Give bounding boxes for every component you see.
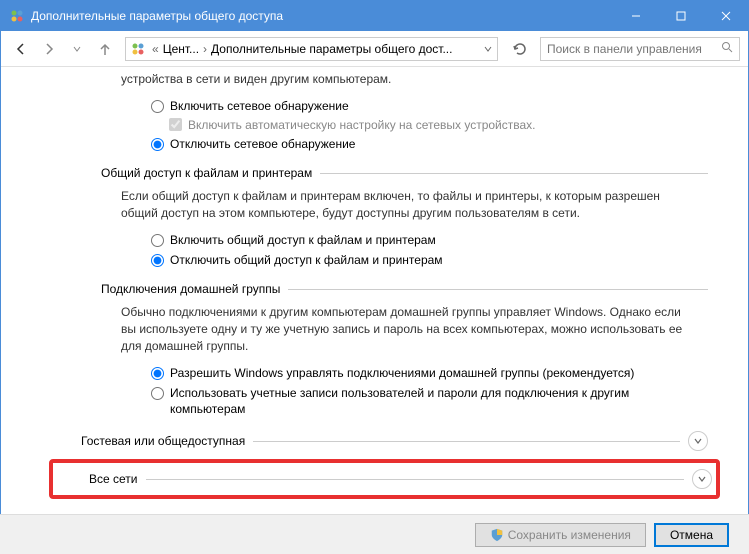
content-area: устройства в сети и виден другим компьют… xyxy=(1,67,748,513)
file-printer-off-label: Отключить общий доступ к файлам и принте… xyxy=(170,252,443,268)
up-button[interactable] xyxy=(93,37,117,61)
file-printer-desc: Если общий доступ к файлам и принтерам в… xyxy=(121,188,688,222)
file-printer-group: Включить общий доступ к файлам и принтер… xyxy=(151,232,708,268)
close-button[interactable] xyxy=(703,1,748,31)
shield-icon xyxy=(490,528,504,542)
file-printer-title: Общий доступ к файлам и принтерам xyxy=(101,166,312,180)
window-buttons xyxy=(613,1,748,31)
network-discovery-on-radio[interactable] xyxy=(151,100,164,113)
expand-all-networks-button[interactable] xyxy=(692,469,712,489)
homegroup-section-header: Подключения домашней группы xyxy=(101,282,708,296)
network-discovery-off-radio[interactable] xyxy=(151,138,164,151)
homegroup-accounts-label: Использовать учетные записи пользователе… xyxy=(170,385,650,417)
divider xyxy=(253,441,680,442)
history-dropdown[interactable] xyxy=(65,37,89,61)
control-panel-icon xyxy=(130,41,146,57)
breadcrumb-sep: « xyxy=(152,42,159,56)
file-printer-on-radio[interactable] xyxy=(151,234,164,247)
guest-profile-row[interactable]: Гостевая или общедоступная xyxy=(81,431,708,451)
cancel-button[interactable]: Отмена xyxy=(654,523,729,547)
window-title: Дополнительные параметры общего доступа xyxy=(31,9,613,23)
network-discovery-on-label: Включить сетевое обнаружение xyxy=(170,98,349,114)
homegroup-windows-radio[interactable] xyxy=(151,367,164,380)
file-printer-off-radio[interactable] xyxy=(151,254,164,267)
search-box[interactable] xyxy=(540,37,740,61)
search-icon[interactable] xyxy=(721,41,733,56)
auto-setup-checkbox xyxy=(169,118,182,131)
network-discovery-group: Включить сетевое обнаружение Включить ав… xyxy=(151,98,708,152)
save-button[interactable]: Сохранить изменения xyxy=(475,523,646,547)
breadcrumb-item-2[interactable]: Дополнительные параметры общего дост... xyxy=(209,42,454,56)
search-input[interactable] xyxy=(547,42,721,56)
all-networks-profile-row[interactable]: Все сети xyxy=(89,469,712,489)
cancel-label: Отмена xyxy=(670,528,713,542)
maximize-button[interactable] xyxy=(658,1,703,31)
nav-bar: « Цент... › Дополнительные параметры общ… xyxy=(1,31,748,67)
expand-guest-button[interactable] xyxy=(688,431,708,451)
network-discovery-off-label: Отключить сетевое обнаружение xyxy=(170,136,355,152)
guest-profile-label: Гостевая или общедоступная xyxy=(81,434,245,448)
minimize-button[interactable] xyxy=(613,1,658,31)
title-bar: Дополнительные параметры общего доступа xyxy=(1,1,748,31)
auto-setup-label: Включить автоматическую настройку на сет… xyxy=(188,118,536,132)
breadcrumb-sep: › xyxy=(203,42,207,56)
button-bar: Сохранить изменения Отмена xyxy=(0,514,749,554)
save-label: Сохранить изменения xyxy=(508,528,631,542)
homegroup-windows-label: Разрешить Windows управлять подключениям… xyxy=(170,365,634,381)
app-icon xyxy=(9,8,25,24)
back-button[interactable] xyxy=(9,37,33,61)
file-printer-on-label: Включить общий доступ к файлам и принтер… xyxy=(170,232,436,248)
forward-button[interactable] xyxy=(37,37,61,61)
homegroup-desc: Обычно подключениями к другим компьютера… xyxy=(121,304,688,354)
homegroup-title: Подключения домашней группы xyxy=(101,282,280,296)
homegroup-group: Разрешить Windows управлять подключениям… xyxy=(151,365,708,418)
divider xyxy=(146,479,685,480)
divider xyxy=(288,289,708,290)
homegroup-accounts-radio[interactable] xyxy=(151,387,164,400)
address-bar[interactable]: « Цент... › Дополнительные параметры общ… xyxy=(125,37,498,61)
highlight-box: Все сети xyxy=(49,459,720,499)
file-printer-section-header: Общий доступ к файлам и принтерам xyxy=(101,166,708,180)
all-networks-label: Все сети xyxy=(89,472,138,486)
breadcrumb-item-1[interactable]: Цент... xyxy=(161,42,201,56)
cut-description: устройства в сети и виден другим компьют… xyxy=(121,71,708,88)
refresh-button[interactable] xyxy=(508,37,532,61)
divider xyxy=(320,173,708,174)
chevron-down-icon[interactable] xyxy=(483,44,493,54)
